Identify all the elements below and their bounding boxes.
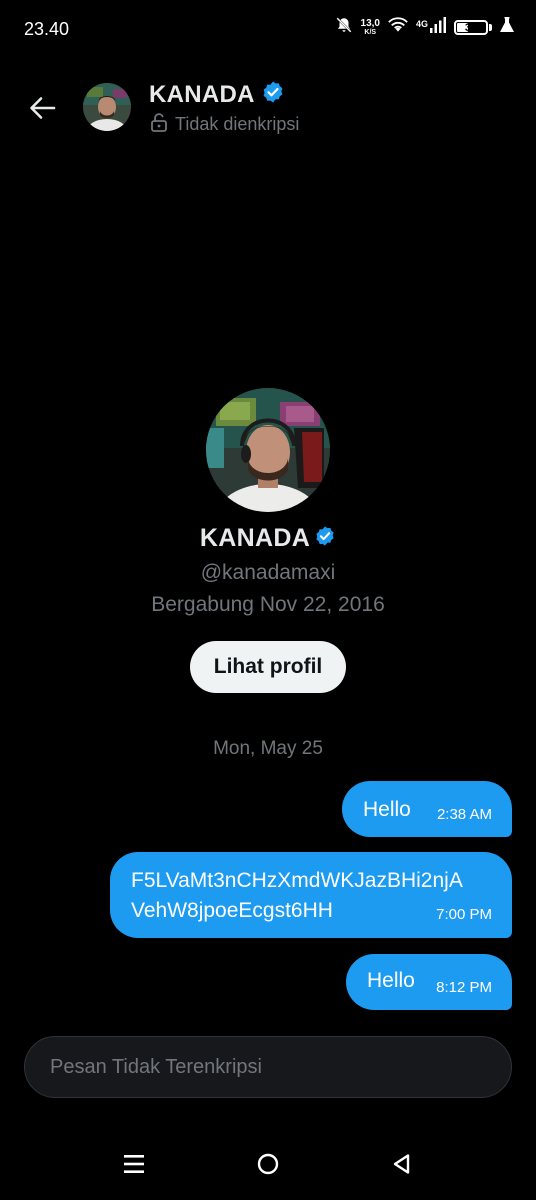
net-speed: 13,0 K/S <box>360 17 380 37</box>
triangle-back-icon <box>393 1154 410 1174</box>
battery-level: 36 <box>464 21 478 34</box>
status-bar: 23.40 13,0 K/S 4G 36 <box>0 0 536 60</box>
profile-card: KANADA @kanadamaxi Bergabung Nov 22, 201… <box>0 388 536 693</box>
back-button[interactable] <box>22 88 62 128</box>
lab-flask-icon <box>500 17 514 38</box>
header-name: KANADA <box>149 80 255 108</box>
circle-home-icon <box>257 1153 279 1175</box>
menu-icon <box>124 1155 144 1173</box>
encryption-status: Tidak dienkripsi <box>150 112 299 137</box>
message-input[interactable] <box>48 1037 491 1097</box>
profile-handle: @kanadamaxi <box>200 561 336 584</box>
message-composer[interactable] <box>24 1036 512 1098</box>
profile-joined-date: Bergabung Nov 22, 2016 <box>151 593 385 616</box>
recents-button[interactable] <box>114 1144 154 1184</box>
status-time: 23.40 <box>24 19 70 39</box>
date-separator: Mon, May 25 <box>213 738 323 759</box>
wifi-icon <box>388 17 408 38</box>
view-profile-button[interactable]: Lihat profil <box>189 641 347 693</box>
message-text: Hello <box>367 969 415 992</box>
system-back-button[interactable] <box>382 1144 422 1184</box>
unlock-icon <box>150 112 168 137</box>
conversation-header: KANADA Tidak dienkripsi <box>0 70 536 150</box>
battery-tip <box>489 24 492 31</box>
message-time: 2:38 AM <box>436 806 492 823</box>
message-bubble[interactable]: F5LVaMt3nCHzXmdWKJazBHi2njA VehW8jpoeEcg… <box>110 852 512 938</box>
battery-icon: 36 <box>454 20 488 35</box>
home-button[interactable] <box>248 1144 288 1184</box>
message-time: 8:12 PM <box>436 979 492 996</box>
net-speed-value: 13,0 <box>360 17 380 29</box>
header-title-row[interactable]: KANADA <box>149 80 285 109</box>
profile-name: KANADA <box>199 524 311 552</box>
message-bubble[interactable]: Hello 8:12 PM <box>346 954 512 1010</box>
message-bubble[interactable]: Hello 2:38 AM <box>342 781 512 837</box>
encryption-status-text: Tidak dienkripsi <box>175 114 300 134</box>
net-speed-unit: K/S <box>364 28 377 36</box>
avatar[interactable] <box>83 83 131 131</box>
arrow-left-icon <box>30 97 56 119</box>
status-icons: 13,0 K/S 4G 36 <box>335 16 514 39</box>
network-type: 4G <box>415 18 428 29</box>
message-text-line: F5LVaMt3nCHzXmdWKJazBHi2njA <box>131 869 463 892</box>
bell-off-icon <box>335 16 353 39</box>
system-nav-bar <box>0 1128 536 1200</box>
profile-avatar[interactable] <box>206 388 330 512</box>
verified-badge-icon <box>314 525 336 552</box>
message-text: Hello <box>363 798 411 821</box>
profile-name-row: KANADA <box>0 524 536 553</box>
signal-icon <box>430 17 446 38</box>
message-time: 7:00 PM <box>436 906 492 923</box>
verified-badge-icon <box>261 80 285 109</box>
